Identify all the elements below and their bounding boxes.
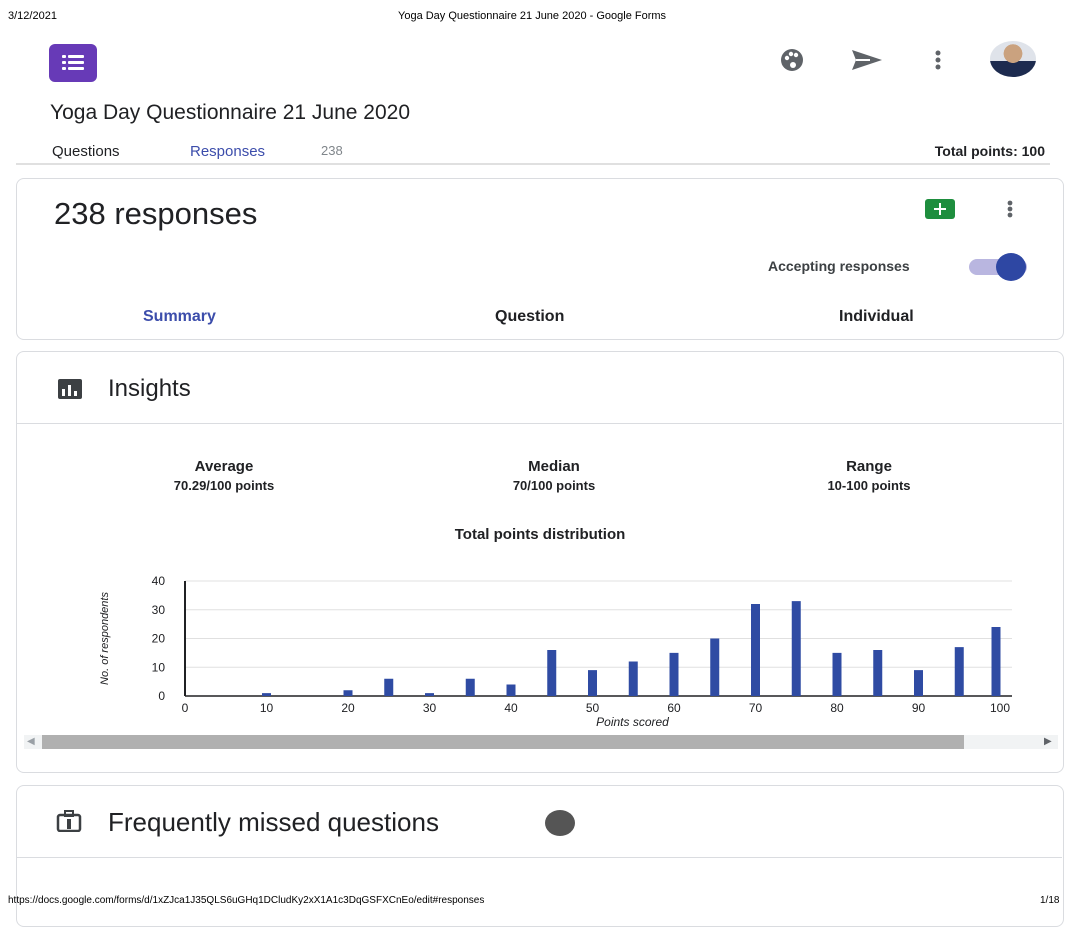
tab-question[interactable]: Question xyxy=(495,308,564,326)
bar xyxy=(343,690,353,696)
bar xyxy=(873,650,883,696)
x-tick-label: 100 xyxy=(990,701,1010,715)
send-icon[interactable] xyxy=(848,44,886,76)
y-tick-label: 30 xyxy=(152,603,166,617)
scroll-right-icon[interactable]: ▶ xyxy=(1044,736,1052,747)
x-tick-label: 40 xyxy=(504,701,518,715)
tab-summary[interactable]: Summary xyxy=(143,308,216,326)
responses-count-badge: 238 xyxy=(321,143,343,158)
bar xyxy=(751,604,760,696)
bar xyxy=(547,650,557,696)
scroll-left-icon[interactable]: ◀ xyxy=(27,736,35,747)
x-axis-label: Points scored xyxy=(596,715,669,729)
x-tick-label: 30 xyxy=(423,701,437,715)
bar xyxy=(262,693,271,696)
bar xyxy=(506,684,516,696)
insights-divider xyxy=(16,423,1062,424)
print-doc-title: Yoga Day Questionnaire 21 June 2020 - Go… xyxy=(398,10,667,22)
y-axis-label: No. of respondents xyxy=(99,592,111,685)
x-tick-label: 50 xyxy=(586,701,600,715)
palette-icon[interactable] xyxy=(776,44,808,76)
tab-questions[interactable]: Questions xyxy=(52,143,120,160)
points-distribution-chart: 0 10 20 30 40 0 10 20 30 40 50 60 70 80 90 100 Points sc… xyxy=(99,574,1012,729)
y-tick-label: 40 xyxy=(152,574,166,588)
form-title: Yoga Day Questionnaire 21 June 2020 xyxy=(50,101,410,124)
chart-scrollbar-thumb[interactable] xyxy=(42,735,964,749)
toggle-knob[interactable] xyxy=(996,253,1026,281)
bar xyxy=(832,652,842,696)
y-tick-label: 20 xyxy=(152,632,166,646)
print-page: 1/18 xyxy=(1040,895,1060,906)
responses-more-icon[interactable] xyxy=(1006,199,1014,224)
x-tick-label: 60 xyxy=(667,701,681,715)
tab-individual[interactable]: Individual xyxy=(839,308,914,326)
help-icon[interactable] xyxy=(545,810,575,836)
account-avatar[interactable] xyxy=(990,41,1036,77)
bar xyxy=(914,670,923,696)
accepting-responses-label: Accepting responses xyxy=(768,258,910,274)
bar xyxy=(791,601,801,696)
print-url: https://docs.google.com/forms/d/1xZJca1J… xyxy=(8,895,485,906)
responses-count: 238 responses xyxy=(54,196,258,231)
stat-range-label: Range xyxy=(846,458,892,475)
bar xyxy=(710,638,720,696)
stat-median-label: Median xyxy=(528,458,580,475)
x-tick-label: 20 xyxy=(341,701,355,715)
summary-tab-indicator xyxy=(165,336,257,339)
bar xyxy=(425,693,434,696)
missed-questions-icon xyxy=(56,810,82,837)
x-tick-label: 10 xyxy=(260,701,274,715)
missed-divider xyxy=(16,857,1062,858)
create-spreadsheet-icon[interactable] xyxy=(925,199,955,219)
insights-title: Insights xyxy=(108,375,191,402)
bar xyxy=(954,647,964,696)
y-tick-label: 10 xyxy=(152,660,166,674)
bar xyxy=(628,661,638,696)
tabs-divider xyxy=(16,163,1050,165)
x-tick-label: 80 xyxy=(830,701,844,715)
bar xyxy=(588,670,597,696)
total-points: Total points: 100 xyxy=(934,143,1045,159)
stat-median-value: 70/100 points xyxy=(512,478,596,493)
x-tick-label: 0 xyxy=(182,701,189,715)
print-date: 3/12/2021 xyxy=(8,10,57,22)
more-vert-icon[interactable] xyxy=(930,44,946,76)
y-tick-label: 0 xyxy=(158,689,165,703)
bar xyxy=(465,678,475,696)
missed-questions-title: Frequently missed questions xyxy=(108,807,439,837)
bar xyxy=(384,678,394,696)
forms-logo-icon[interactable] xyxy=(49,44,97,82)
bar xyxy=(991,627,1001,696)
stat-average-value: 70.29/100 points xyxy=(173,478,275,493)
x-tick-label: 90 xyxy=(912,701,926,715)
stat-average-label: Average xyxy=(194,458,254,475)
tab-responses[interactable]: Responses xyxy=(190,143,265,160)
bar xyxy=(669,652,679,696)
x-tick-label: 70 xyxy=(749,701,763,715)
chart-title: Total points distribution xyxy=(454,526,626,543)
insights-icon xyxy=(57,378,83,405)
stat-range-value: 10-100 points xyxy=(827,478,911,493)
